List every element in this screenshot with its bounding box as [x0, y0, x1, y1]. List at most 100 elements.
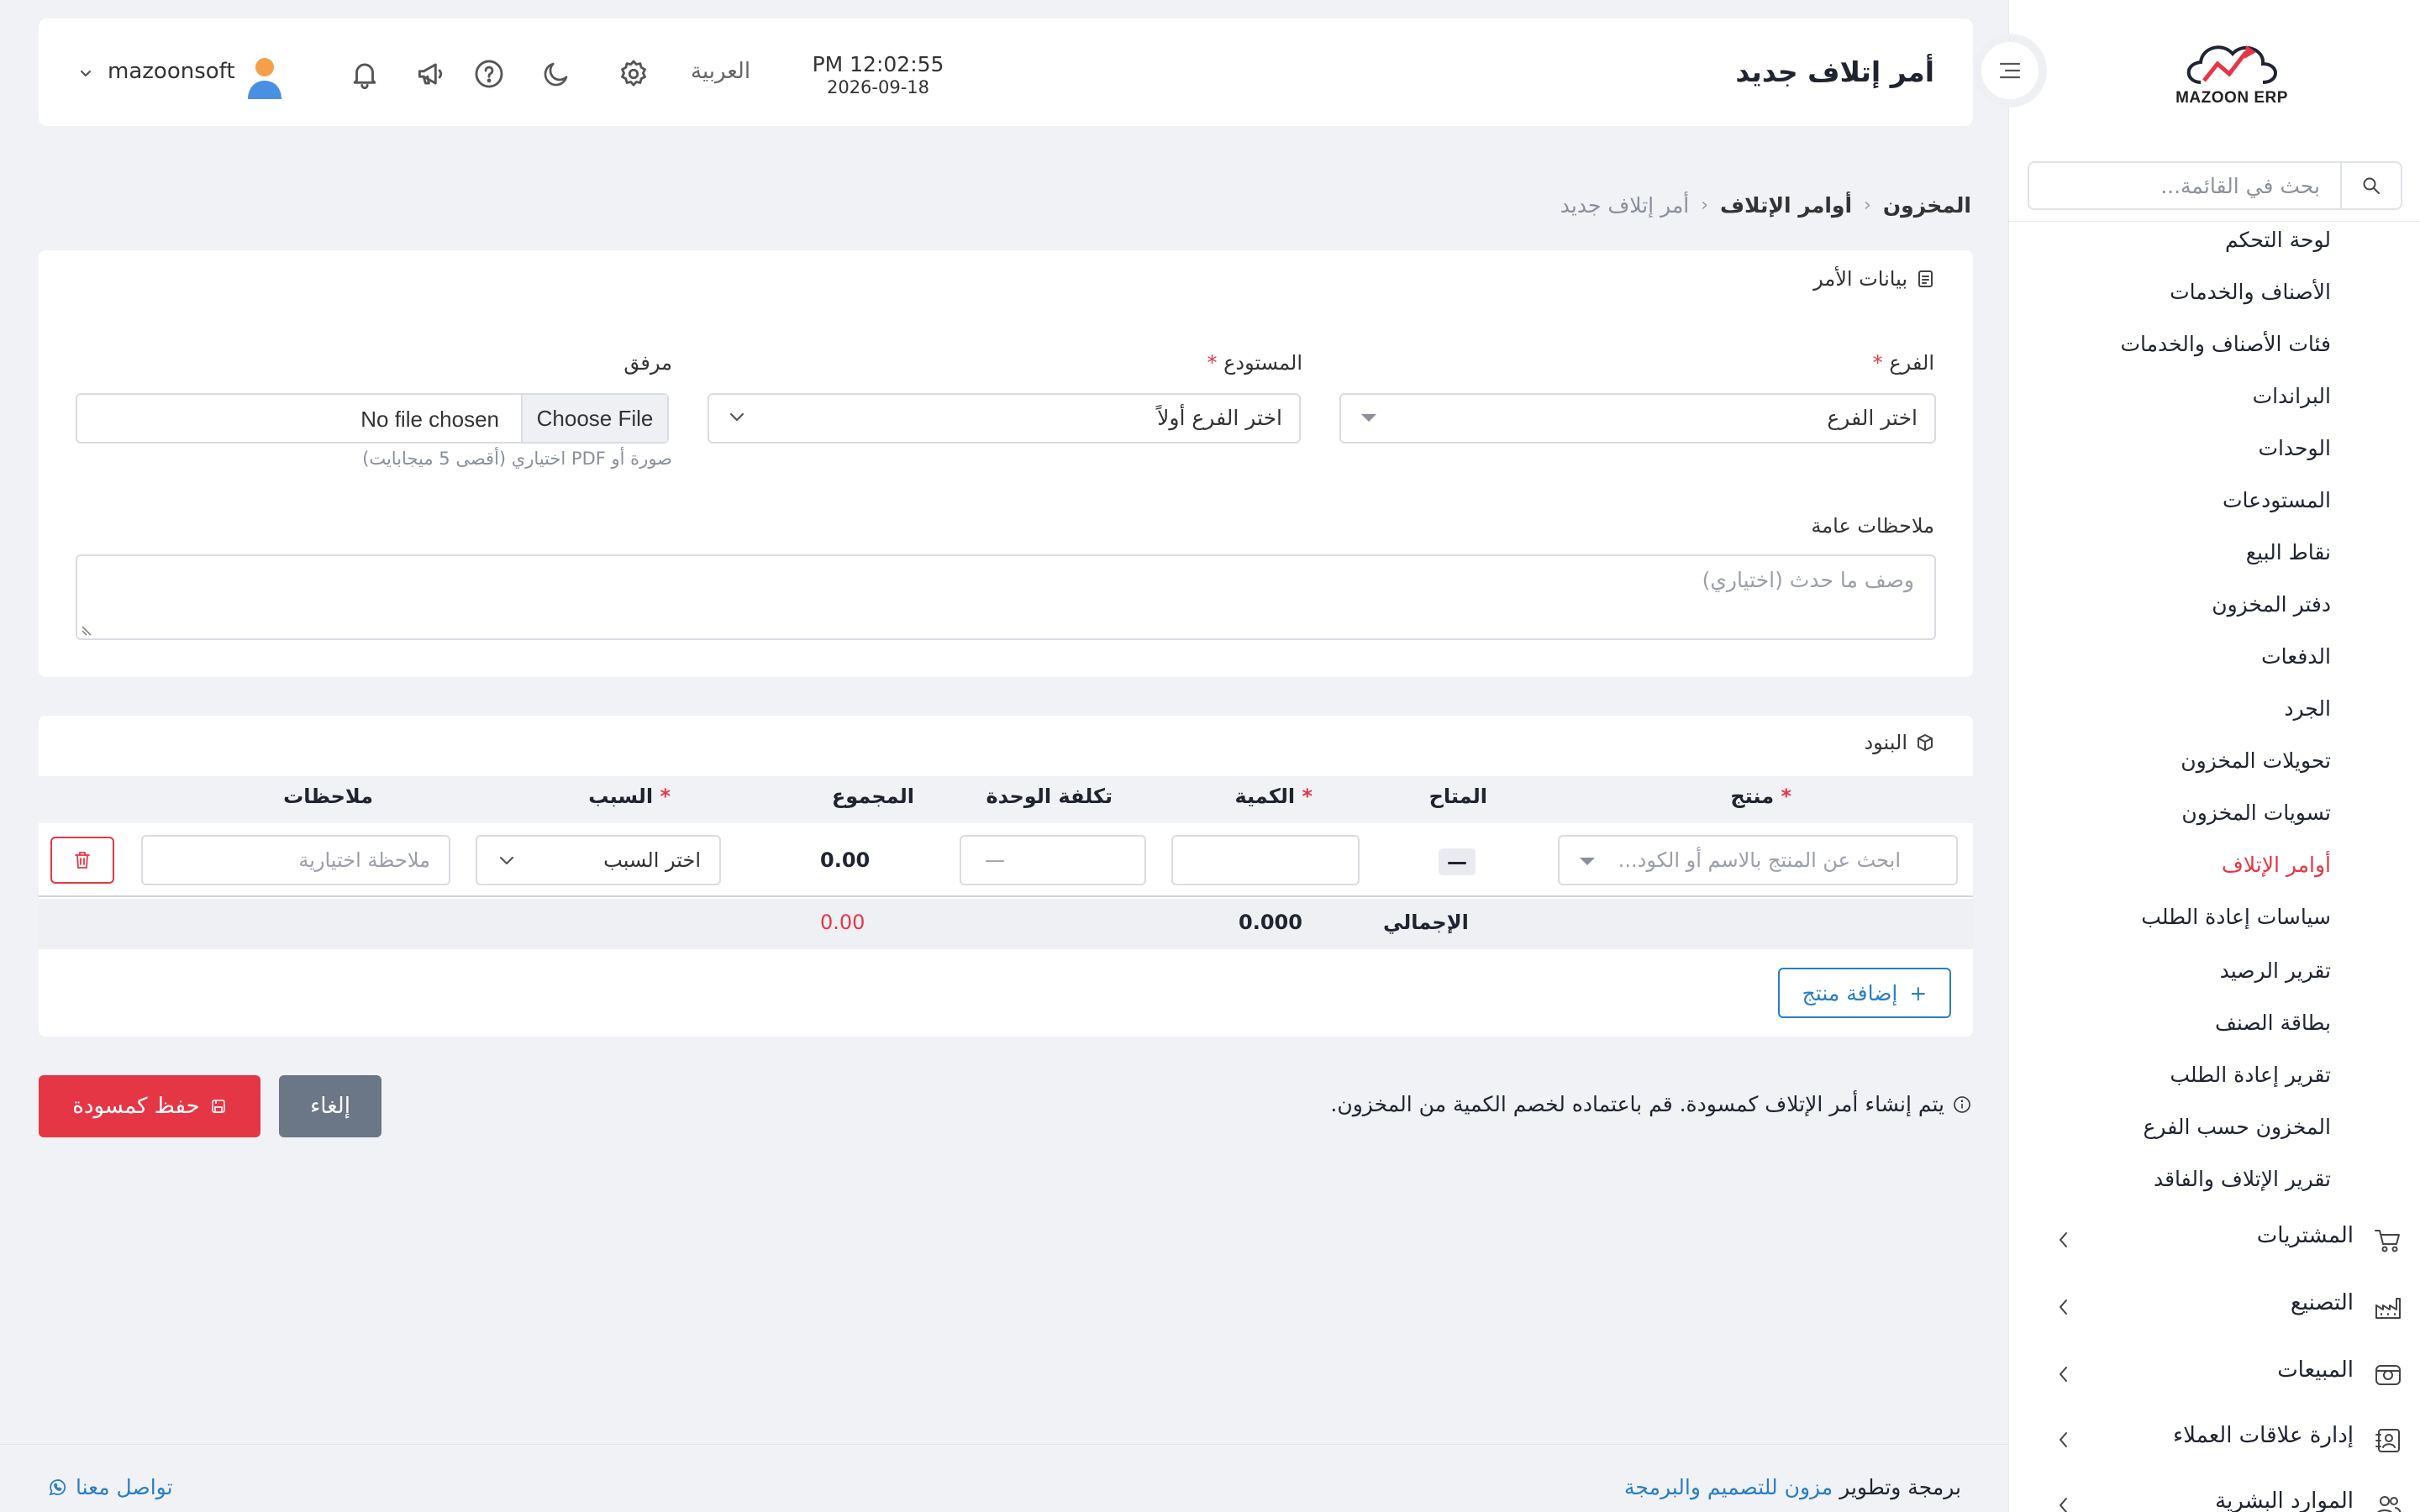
sidebar-item-stock-transfers[interactable]: تحويلات المخزون: [2181, 744, 2331, 778]
sidebar-group-purchases[interactable]: المشتريات: [2058, 1218, 2402, 1262]
sidebar-item-units[interactable]: الوحدات: [2258, 432, 2331, 465]
chevron-down-icon[interactable]: [79, 69, 92, 79]
sidebar-item-batches[interactable]: الدفعات: [2261, 640, 2331, 674]
delete-row-button[interactable]: [50, 837, 114, 884]
save-draft-button[interactable]: حفظ كمسودة: [39, 1075, 260, 1137]
cancel-button[interactable]: إلغاء: [279, 1075, 381, 1137]
items-table-header: * منتج المتاح * الكمية تكلفة الوحدة المج…: [39, 776, 1973, 823]
clock: PM 12:02:55 2026-09-18: [798, 52, 958, 97]
document-icon: [1916, 269, 1934, 289]
username[interactable]: mazoonsoft: [108, 59, 235, 84]
general-notes-placeholder: وصف ما حدث (اختياري): [1702, 568, 1914, 592]
sidebar-group-sales[interactable]: المبيعات: [2058, 1352, 2402, 1396]
sidebar: MAZOON ERP لوحة التحكم الأصناف والخدمات …: [2008, 0, 2420, 1512]
contacts-icon: [2374, 1428, 2402, 1453]
sidebar-group-label: المشتريات: [2256, 1223, 2354, 1248]
sidebar-item-brands[interactable]: البراندات: [2253, 380, 2331, 413]
contact-us-link[interactable]: تواصل معنا: [47, 1475, 173, 1499]
logo: MAZOON ERP: [2152, 34, 2312, 118]
breadcrumb-parent[interactable]: أوامر الإتلاف: [1720, 193, 1852, 218]
sidebar-item-disposal-orders[interactable]: أوامر الإتلاف: [2222, 848, 2331, 882]
avatar[interactable]: [244, 54, 286, 99]
row-notes-input[interactable]: ملاحظة اختيارية: [141, 835, 450, 885]
sidebar-item-balance-report[interactable]: تقرير الرصيد: [2220, 954, 2331, 988]
clock-date: 2026-09-18: [826, 77, 930, 97]
column-quantity: * الكمية: [1234, 785, 1313, 808]
sidebar-group-manufacturing[interactable]: التصنيع: [2058, 1285, 2402, 1329]
page-title: أمر إتلاف جديد: [1735, 55, 1934, 88]
sidebar-divider: [2009, 221, 2420, 222]
info-icon: [1953, 1095, 1971, 1114]
general-notes-textarea[interactable]: وصف ما حدث (اختياري): [76, 554, 1936, 640]
column-product: * منتج: [1730, 785, 1791, 808]
quantity-input[interactable]: [1171, 835, 1360, 885]
items-section-title: البنود: [1864, 731, 1934, 754]
sidebar-item-pos[interactable]: نقاط البيع: [2246, 536, 2331, 570]
unit-cost-placeholder: —: [985, 848, 1005, 872]
available-badge: —: [1439, 848, 1476, 875]
totals-quantity: 0.000: [1239, 911, 1302, 934]
add-product-button[interactable]: + إضافة منتج: [1778, 968, 1951, 1018]
chevron-down-icon: [499, 856, 514, 865]
register-icon: [2374, 1362, 2402, 1388]
choose-file-button[interactable]: Choose File: [521, 395, 667, 442]
trash-icon: [75, 852, 90, 869]
announcements-megaphone-icon[interactable]: [412, 55, 449, 92]
breadcrumb-root[interactable]: المخزون: [1883, 193, 1971, 218]
breadcrumb-current: أمر إتلاف جديد: [1560, 193, 1690, 218]
row-total: 0.00: [820, 848, 871, 872]
sidebar-group-hr[interactable]: الموارد البشرية: [2058, 1483, 2402, 1512]
sidebar-search[interactable]: [2028, 161, 2402, 210]
settings-gear-icon[interactable]: [615, 55, 652, 92]
sidebar-group-label: المبيعات: [2277, 1357, 2354, 1383]
sidebar-item-item-card[interactable]: بطاقة الصنف: [2215, 1006, 2331, 1040]
attachment-file-input[interactable]: Choose File No file chosen: [76, 393, 669, 444]
caret-down-icon: [1580, 858, 1595, 865]
chevron-left-icon: ‹: [1701, 195, 1708, 216]
sidebar-item-stocktake[interactable]: الجرد: [2284, 692, 2331, 726]
dark-mode-moon-icon[interactable]: [538, 55, 575, 92]
reason-select-value: اختر السبب: [603, 848, 701, 872]
menu-toggle-button[interactable]: [1973, 34, 2047, 108]
sidebar-item-reorder-report[interactable]: تقرير إعادة الطلب: [2170, 1058, 2331, 1092]
sidebar-search-input[interactable]: [2051, 171, 2320, 200]
sidebar-item-items-services[interactable]: الأصناف والخدمات: [2170, 276, 2331, 309]
sidebar-item-item-categories[interactable]: فئات الأصناف والخدمات: [2121, 328, 2332, 361]
branch-select[interactable]: اختر الفرع: [1339, 393, 1936, 444]
sidebar-item-reorder-policies[interactable]: سياسات إعادة الطلب: [2141, 900, 2331, 934]
language-switch[interactable]: العربية: [691, 59, 750, 84]
sidebar-item-dashboard[interactable]: لوحة التحكم: [2225, 223, 2331, 257]
reason-select[interactable]: اختر السبب: [476, 835, 721, 885]
chevron-left-icon: [2058, 1231, 2070, 1249]
sidebar-item-stock-by-branch[interactable]: المخزون حسب الفرع: [2144, 1110, 2332, 1144]
sidebar-item-stock-adjustments[interactable]: تسويات المخزون: [2181, 796, 2331, 830]
column-total: المجموع: [831, 785, 914, 808]
branch-select-value: اختر الفرع: [1827, 406, 1918, 430]
help-icon[interactable]: [471, 55, 508, 92]
product-search-select[interactable]: ابحث عن المنتج بالاسم أو الكود...: [1558, 835, 1958, 885]
chevron-left-icon: [2058, 1365, 2070, 1383]
sidebar-group-crm[interactable]: إدارة علاقات العملاء: [2058, 1418, 2402, 1462]
sidebar-item-stock-ledger[interactable]: دفتر المخزون: [2212, 588, 2331, 622]
chevron-left-icon: [2058, 1298, 2070, 1316]
notifications-bell-icon[interactable]: [346, 55, 383, 92]
warehouse-select[interactable]: اختر الفرع أولاً: [708, 393, 1301, 444]
cart-icon: [2374, 1228, 2402, 1253]
sidebar-item-warehouses[interactable]: المستودعات: [2223, 484, 2331, 517]
attachment-help-text: صورة أو PDF اختياري (أقصى 5 ميجابايت): [362, 449, 672, 469]
credit-prefix: برمجة وتطوير: [1839, 1475, 1961, 1499]
unit-cost-input[interactable]: —: [960, 835, 1146, 885]
factory-icon: [2374, 1295, 2402, 1320]
logo-icon: [2186, 45, 2277, 84]
general-notes-label: ملاحظات عامة: [1811, 514, 1934, 538]
totals-label: الإجمالي: [1383, 911, 1469, 934]
chevron-down-icon: [728, 412, 746, 423]
plus-icon: +: [1909, 980, 1928, 1005]
sidebar-item-disposal-loss-report[interactable]: تقرير الإتلاف والفاقد: [2154, 1163, 2331, 1196]
search-icon[interactable]: [2340, 163, 2401, 208]
items-section-title-text: البنود: [1864, 731, 1907, 754]
credit-company-link[interactable]: مزون للتصميم والبرمجة: [1624, 1475, 1833, 1499]
chevron-left-icon: ‹: [1864, 195, 1871, 216]
clock-time: PM 12:02:55: [812, 52, 944, 76]
resize-handle-icon[interactable]: [81, 623, 94, 637]
